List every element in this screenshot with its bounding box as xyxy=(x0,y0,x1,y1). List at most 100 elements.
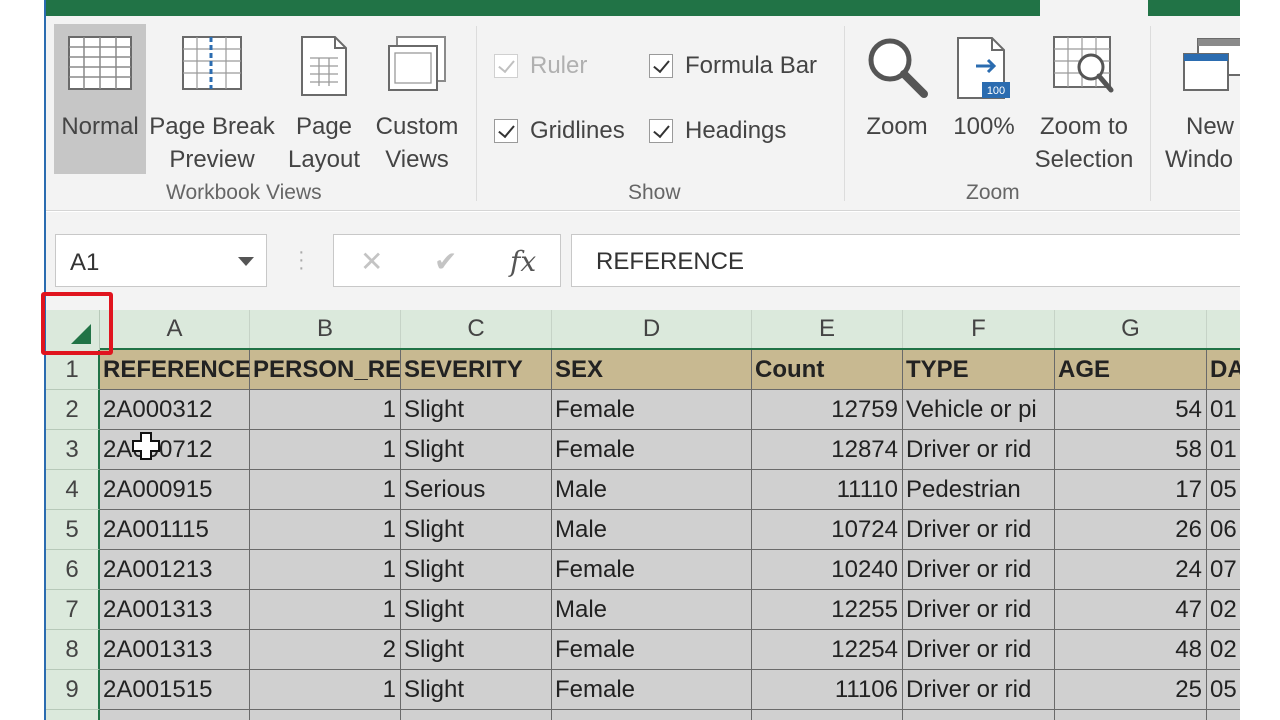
table-cell[interactable] xyxy=(100,710,250,720)
table-cell[interactable]: Driver or rid xyxy=(903,550,1055,590)
table-cell[interactable]: 02 xyxy=(1207,630,1240,670)
normal-view-button[interactable]: Normal xyxy=(54,24,146,174)
table-cell[interactable]: 12255 xyxy=(752,590,903,630)
table-cell[interactable]: 58 xyxy=(1055,430,1207,470)
table-cell[interactable]: Driver or rid xyxy=(903,430,1055,470)
column-header[interactable]: D xyxy=(552,310,752,348)
zoom-to-selection-button[interactable]: Zoom to Selection xyxy=(1028,24,1140,174)
insert-function-icon[interactable]: fx xyxy=(510,245,536,278)
table-cell[interactable]: 25 xyxy=(1055,670,1207,710)
page-break-preview-button[interactable]: Page Break Preview xyxy=(148,24,276,174)
table-cell[interactable]: 2A001515 xyxy=(100,670,250,710)
table-cell[interactable]: 2A000712 xyxy=(100,430,250,470)
row-header[interactable] xyxy=(46,710,100,720)
table-cell[interactable]: Female xyxy=(552,670,752,710)
table-cell[interactable]: 12874 xyxy=(752,430,903,470)
row-header[interactable]: 9 xyxy=(46,670,100,710)
table-cell[interactable]: Female xyxy=(552,430,752,470)
cancel-icon[interactable]: ✕ xyxy=(360,245,383,278)
row-header[interactable]: 2 xyxy=(46,390,100,430)
table-cell[interactable]: 01 xyxy=(1207,430,1240,470)
ruler-checkbox[interactable]: Ruler xyxy=(494,52,587,80)
table-cell[interactable] xyxy=(752,710,903,720)
table-cell[interactable]: 12759 xyxy=(752,390,903,430)
header-cell[interactable]: TYPE xyxy=(903,350,1055,390)
table-cell[interactable]: Female xyxy=(552,550,752,590)
table-cell[interactable]: 2A001213 xyxy=(100,550,250,590)
column-header[interactable]: E xyxy=(752,310,903,348)
table-cell[interactable]: 2A000312 xyxy=(100,390,250,430)
column-header[interactable]: F xyxy=(903,310,1055,348)
row-header[interactable]: 7 xyxy=(46,590,100,630)
header-cell[interactable]: REFERENCE xyxy=(100,350,250,390)
table-cell[interactable] xyxy=(1207,710,1240,720)
table-cell[interactable]: Male xyxy=(552,590,752,630)
table-cell[interactable]: 1 xyxy=(250,550,401,590)
table-cell[interactable]: 48 xyxy=(1055,630,1207,670)
table-cell[interactable]: Slight xyxy=(401,510,552,550)
table-cell[interactable]: 54 xyxy=(1055,390,1207,430)
enter-icon[interactable]: ✔ xyxy=(434,245,457,278)
column-header[interactable]: B xyxy=(250,310,401,348)
table-cell[interactable]: Slight xyxy=(401,550,552,590)
table-cell[interactable]: 05 xyxy=(1207,470,1240,510)
page-layout-button[interactable]: Page Layout xyxy=(278,24,370,174)
column-header[interactable]: C xyxy=(401,310,552,348)
formula-bar-checkbox[interactable]: Formula Bar xyxy=(649,52,817,80)
row-header[interactable]: 5 xyxy=(46,510,100,550)
table-cell[interactable]: 05 xyxy=(1207,670,1240,710)
table-cell[interactable]: 10724 xyxy=(752,510,903,550)
table-cell[interactable]: Serious xyxy=(401,470,552,510)
chevron-down-icon[interactable] xyxy=(238,257,254,266)
table-cell[interactable]: 01 xyxy=(1207,390,1240,430)
zoom-100-button[interactable]: 100 100% xyxy=(942,24,1026,174)
table-cell[interactable]: Female xyxy=(552,390,752,430)
row-header[interactable]: 8 xyxy=(46,630,100,670)
table-cell[interactable]: Slight xyxy=(401,630,552,670)
table-cell[interactable]: 24 xyxy=(1055,550,1207,590)
column-header[interactable]: G xyxy=(1055,310,1207,348)
row-header[interactable]: 4 xyxy=(46,470,100,510)
header-cell[interactable]: Count xyxy=(752,350,903,390)
table-cell[interactable]: 47 xyxy=(1055,590,1207,630)
table-cell[interactable]: 11106 xyxy=(752,670,903,710)
table-cell[interactable]: 07 xyxy=(1207,550,1240,590)
table-cell[interactable]: 1 xyxy=(250,590,401,630)
table-cell[interactable]: Driver or rid xyxy=(903,630,1055,670)
headings-checkbox[interactable]: Headings xyxy=(649,117,786,145)
row-header[interactable]: 3 xyxy=(46,430,100,470)
table-cell[interactable] xyxy=(401,710,552,720)
table-cell[interactable]: 26 xyxy=(1055,510,1207,550)
column-header[interactable]: A xyxy=(100,310,250,348)
table-cell[interactable] xyxy=(1055,710,1207,720)
table-cell[interactable]: Male xyxy=(552,470,752,510)
column-header[interactable] xyxy=(1207,310,1240,348)
formula-input[interactable]: REFERENCE xyxy=(571,234,1240,287)
table-cell[interactable]: 2A001115 xyxy=(100,510,250,550)
gridlines-checkbox[interactable]: Gridlines xyxy=(494,117,625,145)
name-box[interactable]: A1 xyxy=(55,234,267,287)
table-cell[interactable]: Male xyxy=(552,510,752,550)
table-cell[interactable] xyxy=(552,710,752,720)
table-cell[interactable]: 1 xyxy=(250,390,401,430)
drag-handle-icon[interactable]: · · · xyxy=(298,242,305,278)
header-cell[interactable]: DA xyxy=(1207,350,1240,390)
table-cell[interactable]: Pedestrian xyxy=(903,470,1055,510)
table-cell[interactable]: 1 xyxy=(250,510,401,550)
table-cell[interactable]: 2 xyxy=(250,630,401,670)
header-cell[interactable]: SEVERITY xyxy=(401,350,552,390)
table-cell[interactable]: 17 xyxy=(1055,470,1207,510)
table-cell[interactable]: 2A001313 xyxy=(100,590,250,630)
row-header[interactable]: 1 xyxy=(46,350,100,390)
header-cell[interactable]: AGE xyxy=(1055,350,1207,390)
table-cell[interactable]: 12254 xyxy=(752,630,903,670)
table-cell[interactable]: 1 xyxy=(250,670,401,710)
row-header[interactable]: 6 xyxy=(46,550,100,590)
table-cell[interactable]: 10240 xyxy=(752,550,903,590)
table-cell[interactable]: 2A001313 xyxy=(100,630,250,670)
header-cell[interactable]: PERSON_RE xyxy=(250,350,401,390)
table-cell[interactable]: Slight xyxy=(401,390,552,430)
table-cell[interactable]: Driver or rid xyxy=(903,510,1055,550)
zoom-button[interactable]: Zoom xyxy=(854,24,940,174)
table-cell[interactable]: Female xyxy=(552,630,752,670)
